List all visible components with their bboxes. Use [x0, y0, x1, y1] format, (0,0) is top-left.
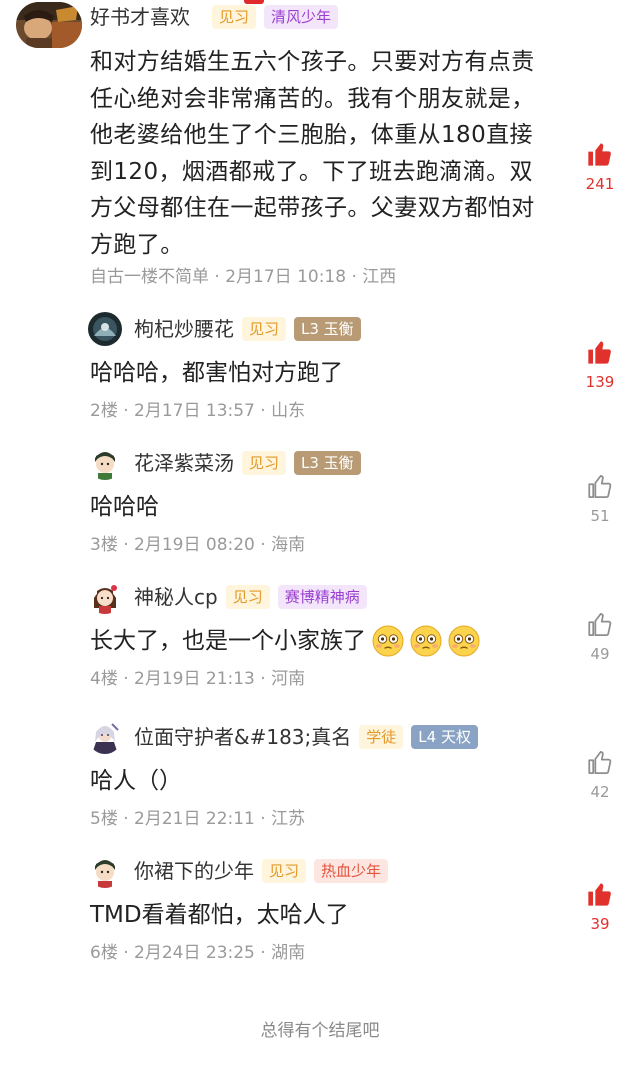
- original-comment: 好书才喜欢 见习 清风少年 和对方结婚生五六个孩子。只要对方有点责任心绝对会非常…: [0, 0, 640, 300]
- reply-meta: 2楼 · 2月17日 13:57 · 山东: [90, 401, 306, 421]
- username[interactable]: 好书才喜欢: [90, 2, 190, 32]
- like-button[interactable]: 139: [580, 338, 620, 392]
- thumbs-up-outline-icon: [588, 612, 612, 636]
- title-badge: L4 天权: [411, 725, 478, 749]
- like-count: 49: [590, 645, 610, 663]
- avatar[interactable]: [88, 854, 122, 888]
- thumbs-up-filled-icon: [588, 143, 611, 166]
- reply-meta: 6楼 · 2月24日 23:25 · 湖南: [90, 943, 306, 963]
- username[interactable]: 花泽紫菜汤: [134, 448, 234, 478]
- flushed-face-emoji-icon: [372, 625, 404, 657]
- username[interactable]: 神秘人cp: [134, 582, 218, 612]
- reply-text-content: 长大了，也是一个小家族了: [90, 628, 366, 654]
- thumbs-up-outline-icon: [588, 750, 612, 774]
- end-of-list-text: 总得有个结尾吧: [260, 1021, 380, 1041]
- flushed-face-emoji-icon: [448, 625, 480, 657]
- reply-meta: 5楼 · 2月21日 22:11 · 江苏: [90, 809, 306, 829]
- thumbs-up-filled-icon: [588, 341, 611, 364]
- avatar[interactable]: [88, 720, 122, 754]
- reply-text: 哈哈哈，都害怕对方跑了: [90, 360, 343, 386]
- reply-text: 哈人（）: [90, 768, 182, 794]
- level-badge: 见习: [262, 859, 307, 883]
- like-button[interactable]: 49: [580, 610, 620, 664]
- title-badge: L3 玉衡: [294, 451, 361, 475]
- like-count: 241: [585, 175, 615, 193]
- like-count: 139: [585, 373, 615, 391]
- thumbs-up-filled-icon: [588, 883, 611, 906]
- level-badge: 见习: [242, 451, 287, 475]
- title-badge: 赛博精神病: [277, 585, 367, 609]
- comment-text: 和对方结婚生五六个孩子。只要对方有点责任心绝对会非常痛苦的。我有个朋友就是，他老…: [90, 49, 535, 258]
- reply-text: 长大了，也是一个小家族了: [90, 624, 480, 658]
- avatar[interactable]: [88, 580, 122, 614]
- avatar[interactable]: [88, 446, 122, 480]
- thumbs-up-outline-icon: [588, 474, 612, 498]
- like-count: 51: [590, 507, 610, 525]
- avatar[interactable]: [88, 312, 122, 346]
- like-button[interactable]: 42: [580, 748, 620, 802]
- reply-meta: 4楼 · 2月19日 21:13 · 河南: [90, 669, 306, 689]
- reply-meta: 3楼 · 2月19日 08:20 · 海南: [90, 535, 306, 555]
- like-button[interactable]: 51: [580, 472, 620, 526]
- like-button[interactable]: 241: [580, 140, 620, 194]
- level-badge: 见习: [225, 585, 270, 609]
- level-badge: 见习: [212, 5, 257, 29]
- title-badge: 清风少年: [264, 5, 339, 29]
- username[interactable]: 位面守护者&#183;真名: [134, 722, 351, 752]
- username[interactable]: 你裙下的少年: [134, 856, 254, 886]
- username[interactable]: 枸杞炒腰花: [134, 314, 234, 344]
- title-badge: 热血少年: [314, 859, 389, 883]
- title-badge: L3 玉衡: [294, 317, 361, 341]
- level-badge: 见习: [242, 317, 287, 341]
- like-count: 42: [590, 783, 610, 801]
- like-button[interactable]: 39: [580, 880, 620, 934]
- flushed-face-emoji-icon: [410, 625, 442, 657]
- reply-text: TMD看着都怕，太哈人了: [90, 902, 349, 928]
- reply-text: 哈哈哈: [90, 494, 159, 520]
- like-count: 39: [590, 915, 610, 933]
- level-badge: 学徒: [359, 725, 404, 749]
- avatar[interactable]: [16, 2, 82, 48]
- comment-meta: 自古一楼不简单 · 2月17日 10:18 · 江西: [90, 267, 397, 287]
